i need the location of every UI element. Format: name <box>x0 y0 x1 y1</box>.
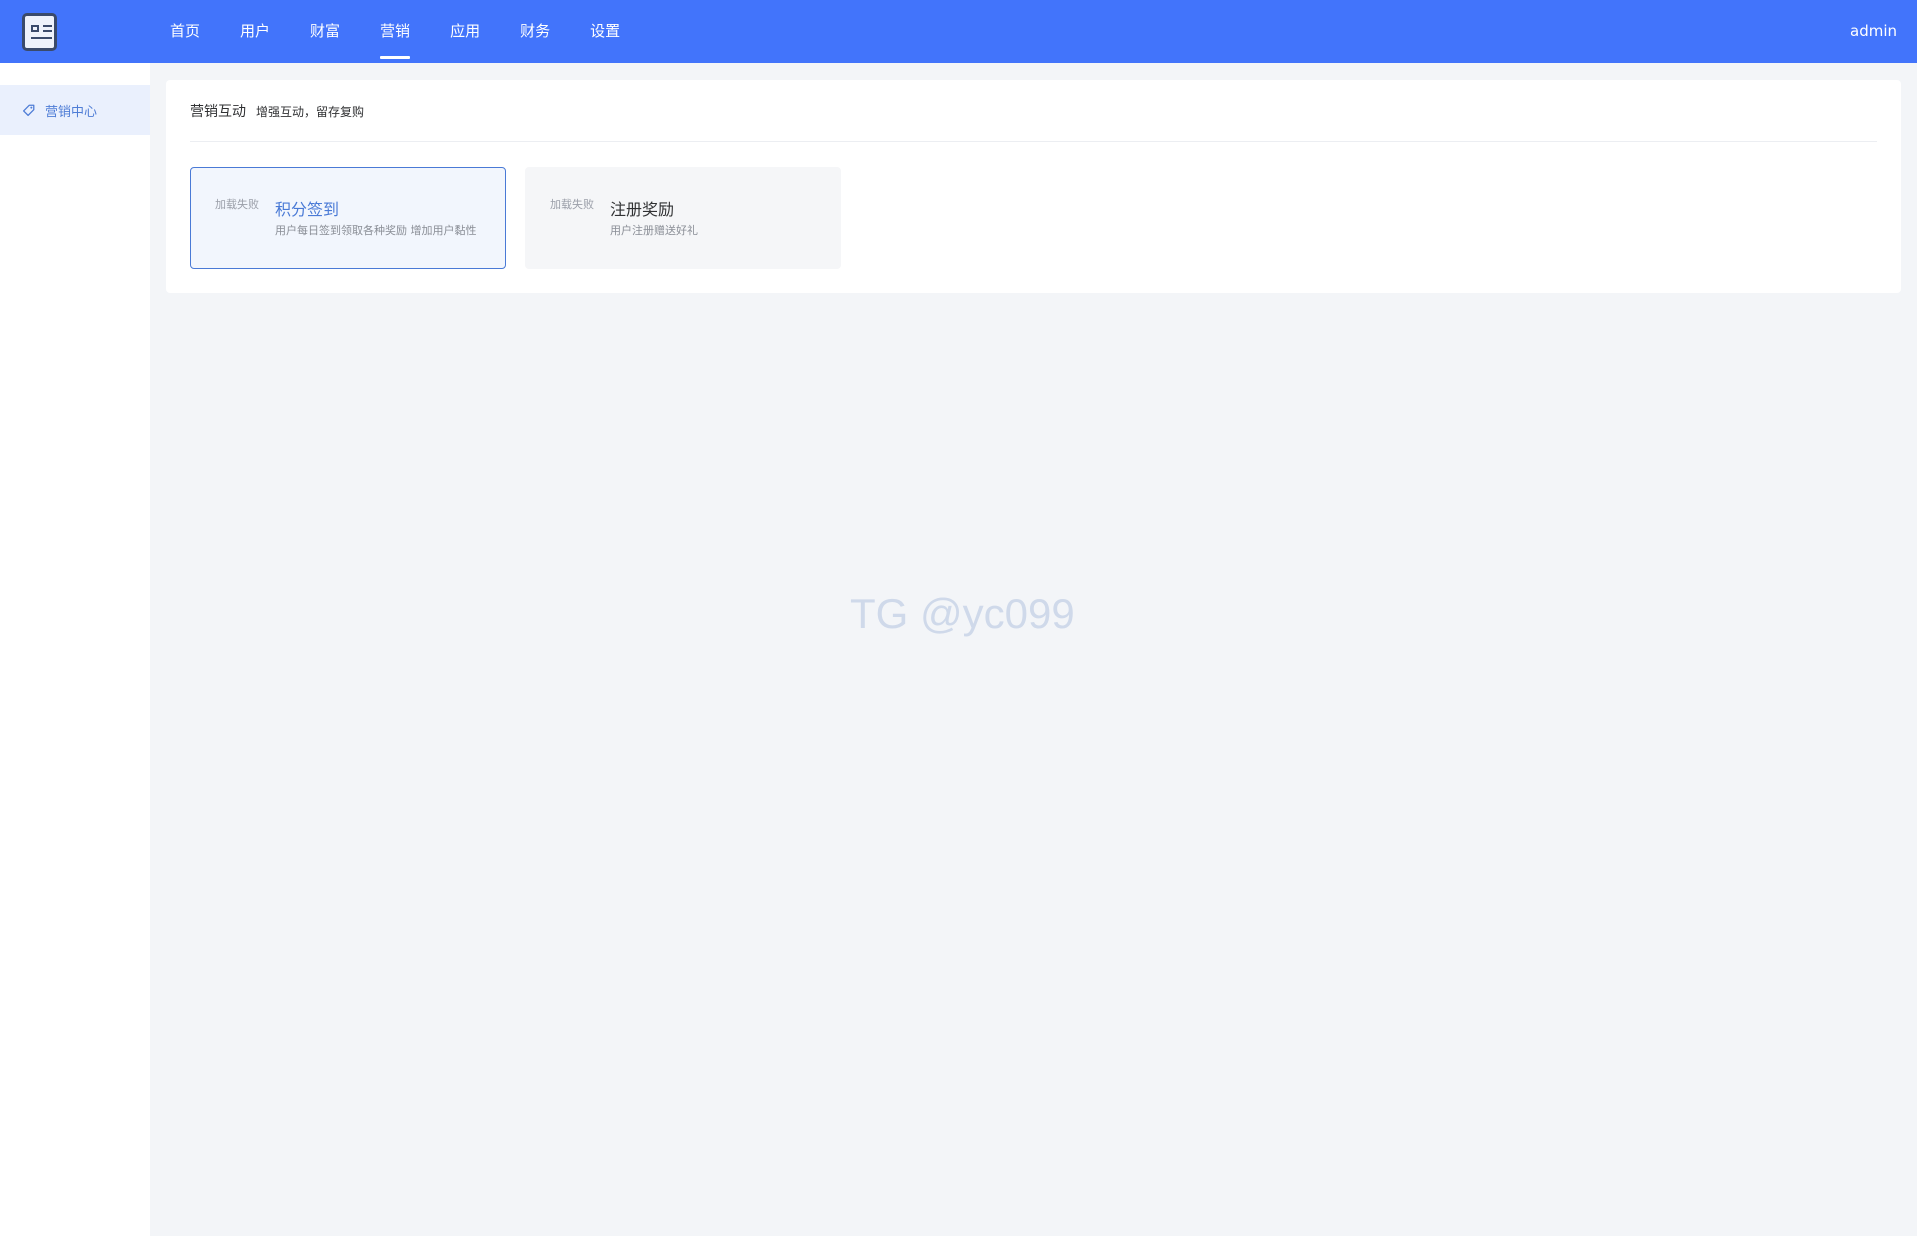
card-title: 积分签到 <box>275 199 340 219</box>
tag-icon <box>22 104 35 116</box>
nav-wealth[interactable]: 财富 <box>310 0 340 63</box>
sidebar: 营销中心 <box>0 63 150 1236</box>
watermark-text: TG @yc099 <box>850 590 1075 637</box>
panel-subtitle: 增强互动，留存复购 <box>256 105 365 119</box>
marketing-panel: 营销互动 增强互动，留存复购 加载失败 积分签到 用户每日签到领取各种奖励 增加… <box>166 80 1901 293</box>
nav-settings[interactable]: 设置 <box>590 0 620 63</box>
panel-title: 营销互动 <box>190 104 246 120</box>
user-menu[interactable]: admin <box>1850 0 1897 63</box>
panel-header: 营销互动 增强互动，留存复购 <box>190 102 1877 142</box>
nav-finance[interactable]: 财务 <box>520 0 550 63</box>
sidebar-item-label: 营销中心 <box>45 104 98 120</box>
card-description: 用户每日签到领取各种奖励 增加用户黏性 <box>275 223 477 237</box>
card-title: 注册奖励 <box>610 199 675 219</box>
nav-apps[interactable]: 应用 <box>450 0 480 63</box>
logo-icon[interactable] <box>22 13 57 51</box>
nav-marketing[interactable]: 营销 <box>380 0 411 63</box>
card-image-placeholder: 加载失败 <box>215 198 259 211</box>
card-image-placeholder: 加载失败 <box>550 198 594 211</box>
top-header: 首页 用户 财富 营销 应用 财务 设置 admin <box>0 0 1917 63</box>
sidebar-item-marketing-center[interactable]: 营销中心 <box>0 85 150 135</box>
nav-home[interactable]: 首页 <box>170 0 200 63</box>
card-points-checkin[interactable]: 加载失败 积分签到 用户每日签到领取各种奖励 增加用户黏性 <box>190 167 506 269</box>
nav-users[interactable]: 用户 <box>240 0 270 63</box>
card-description: 用户注册赠送好礼 <box>610 223 698 237</box>
main-nav: 首页 用户 财富 营销 应用 财务 设置 <box>170 0 660 63</box>
card-register-reward[interactable]: 加载失败 注册奖励 用户注册赠送好礼 <box>525 167 841 269</box>
